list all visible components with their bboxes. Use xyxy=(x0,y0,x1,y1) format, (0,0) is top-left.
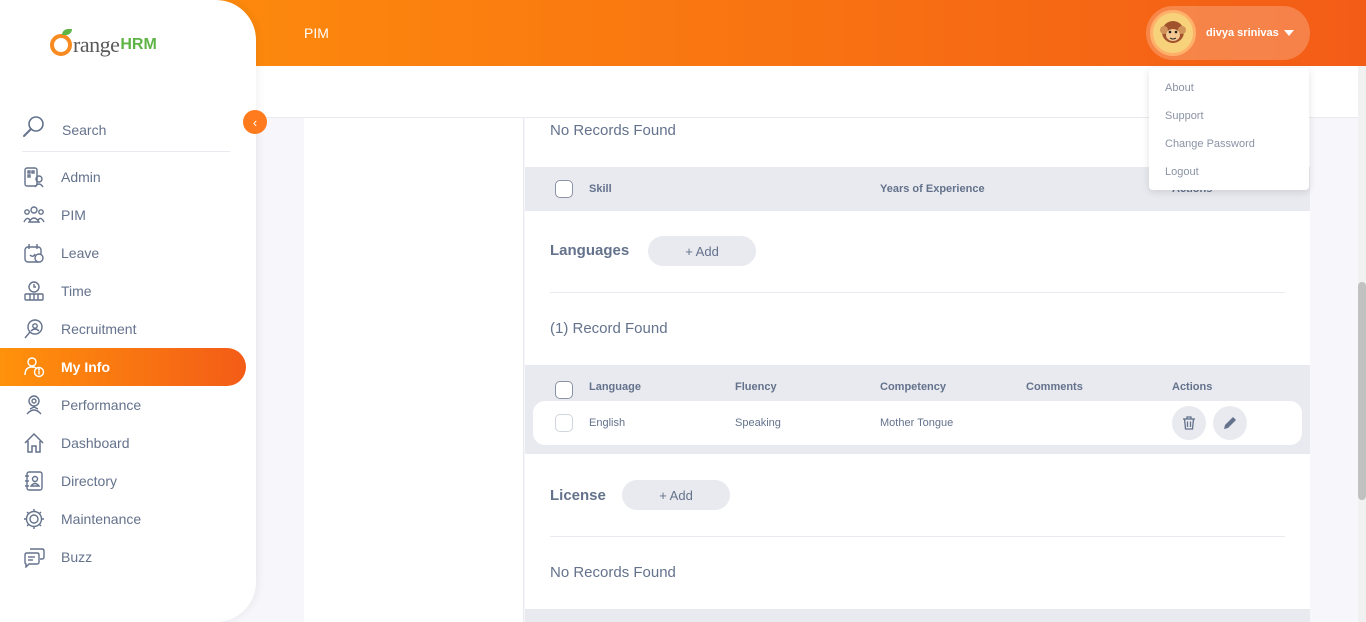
skills-status: No Records Found xyxy=(550,122,676,139)
languages-table: Language Fluency Competency Comments Act… xyxy=(525,365,1310,454)
column-header: Years of Experience xyxy=(880,183,985,195)
sidebar-item-label: My Info xyxy=(61,359,110,375)
sidebar-item-label: Dashboard xyxy=(61,435,130,451)
sidebar-item-label: Performance xyxy=(61,397,142,413)
sidebar-item-label: Recruitment xyxy=(61,321,137,337)
languages-title: Languages xyxy=(550,242,630,259)
languages-status: (1) Record Found xyxy=(550,320,668,337)
sidebar: range HRM Search Admin PIM Leave Time Re… xyxy=(0,0,256,622)
languages-add-button[interactable]: + Add xyxy=(648,236,756,266)
scrollbar-thumb[interactable] xyxy=(1358,282,1366,500)
license-add-button[interactable]: + Add xyxy=(622,480,730,510)
user-menu: About Support Change Password Logout xyxy=(1149,68,1309,190)
license-status: No Records Found xyxy=(550,564,676,581)
menu-item-support[interactable]: Support xyxy=(1149,102,1309,130)
orangehrm-logo: range HRM xyxy=(50,29,157,58)
skills-select-all-checkbox[interactable] xyxy=(555,180,573,198)
pim-icon xyxy=(22,203,46,227)
sidebar-collapse-button[interactable]: ‹ xyxy=(243,110,267,134)
sidebar-item-label: Time xyxy=(61,283,92,299)
dashboard-icon xyxy=(22,431,46,455)
languages-select-all-checkbox[interactable] xyxy=(555,381,573,399)
column-header: Language xyxy=(589,381,641,393)
sidebar-search[interactable]: Search xyxy=(22,108,230,152)
column-header: Fluency xyxy=(735,381,777,393)
divider xyxy=(550,292,1285,293)
sidebar-item-label: Admin xyxy=(61,169,101,185)
sidebar-item-pim[interactable]: PIM xyxy=(0,196,256,234)
directory-icon xyxy=(22,469,46,493)
sidebar-item-my-info[interactable]: My Info xyxy=(0,348,246,386)
table-row[interactable]: English Speaking Mother Tongue xyxy=(533,401,1302,445)
sidebar-item-label: PIM xyxy=(61,207,86,223)
row-checkbox[interactable] xyxy=(555,414,573,432)
sidebar-nav: Admin PIM Leave Time Recruitment My Info… xyxy=(0,158,256,576)
column-header: Actions xyxy=(1172,381,1213,393)
column-header: Comments xyxy=(1026,381,1083,393)
my-info-icon xyxy=(22,355,46,379)
logo-text: range xyxy=(73,32,120,57)
search-label: Search xyxy=(62,121,107,138)
search-icon xyxy=(22,115,46,144)
menu-item-about[interactable]: About xyxy=(1149,74,1309,102)
sidebar-item-directory[interactable]: Directory xyxy=(0,462,256,500)
user-dropdown[interactable]: divya srinivas xyxy=(1146,6,1310,60)
user-name: divya srinivas xyxy=(1206,27,1279,39)
sidebar-item-recruitment[interactable]: Recruitment xyxy=(0,310,256,348)
sidebar-item-dashboard[interactable]: Dashboard xyxy=(0,424,256,462)
leave-icon xyxy=(22,241,46,265)
column-header: Competency xyxy=(880,381,947,393)
module-title: PIM xyxy=(304,25,329,41)
buzz-icon xyxy=(22,545,46,569)
sidebar-item-buzz[interactable]: Buzz xyxy=(0,538,256,576)
delete-button[interactable] xyxy=(1172,406,1206,440)
sidebar-item-time[interactable]: Time xyxy=(0,272,256,310)
license-table-header xyxy=(525,609,1310,622)
sidebar-item-label: Buzz xyxy=(61,549,93,565)
logo-brand: HRM xyxy=(120,36,157,53)
divider xyxy=(550,536,1285,537)
time-icon xyxy=(22,279,46,303)
sidebar-item-maintenance[interactable]: Maintenance xyxy=(0,500,256,538)
caret-down-icon xyxy=(1283,30,1294,36)
sidebar-item-label: Leave xyxy=(61,245,100,261)
employee-side-panel xyxy=(304,118,524,622)
avatar xyxy=(1150,10,1196,56)
recruitment-icon xyxy=(22,317,46,341)
edit-button[interactable] xyxy=(1213,406,1247,440)
sidebar-item-label: Directory xyxy=(61,473,118,489)
chevron-left-icon: ‹ xyxy=(252,114,258,130)
qualifications-panel: No Records Found Skill Years of Experien… xyxy=(525,118,1310,622)
column-header: Skill xyxy=(589,183,612,195)
performance-icon xyxy=(22,393,46,417)
fluency-cell: Speaking xyxy=(735,417,781,429)
sidebar-item-leave[interactable]: Leave xyxy=(0,234,256,272)
language-cell: English xyxy=(589,417,626,429)
competency-cell: Mother Tongue xyxy=(880,417,954,429)
pencil-icon xyxy=(1224,417,1236,429)
license-title: License xyxy=(550,487,606,504)
sidebar-item-label: Maintenance xyxy=(61,511,142,527)
maintenance-icon xyxy=(22,507,46,531)
sidebar-item-performance[interactable]: Performance xyxy=(0,386,256,424)
trash-icon xyxy=(1183,416,1195,430)
menu-item-logout[interactable]: Logout xyxy=(1149,158,1309,186)
sidebar-item-admin[interactable]: Admin xyxy=(0,158,256,196)
admin-icon xyxy=(22,165,46,189)
menu-item-change-password[interactable]: Change Password xyxy=(1149,130,1309,158)
